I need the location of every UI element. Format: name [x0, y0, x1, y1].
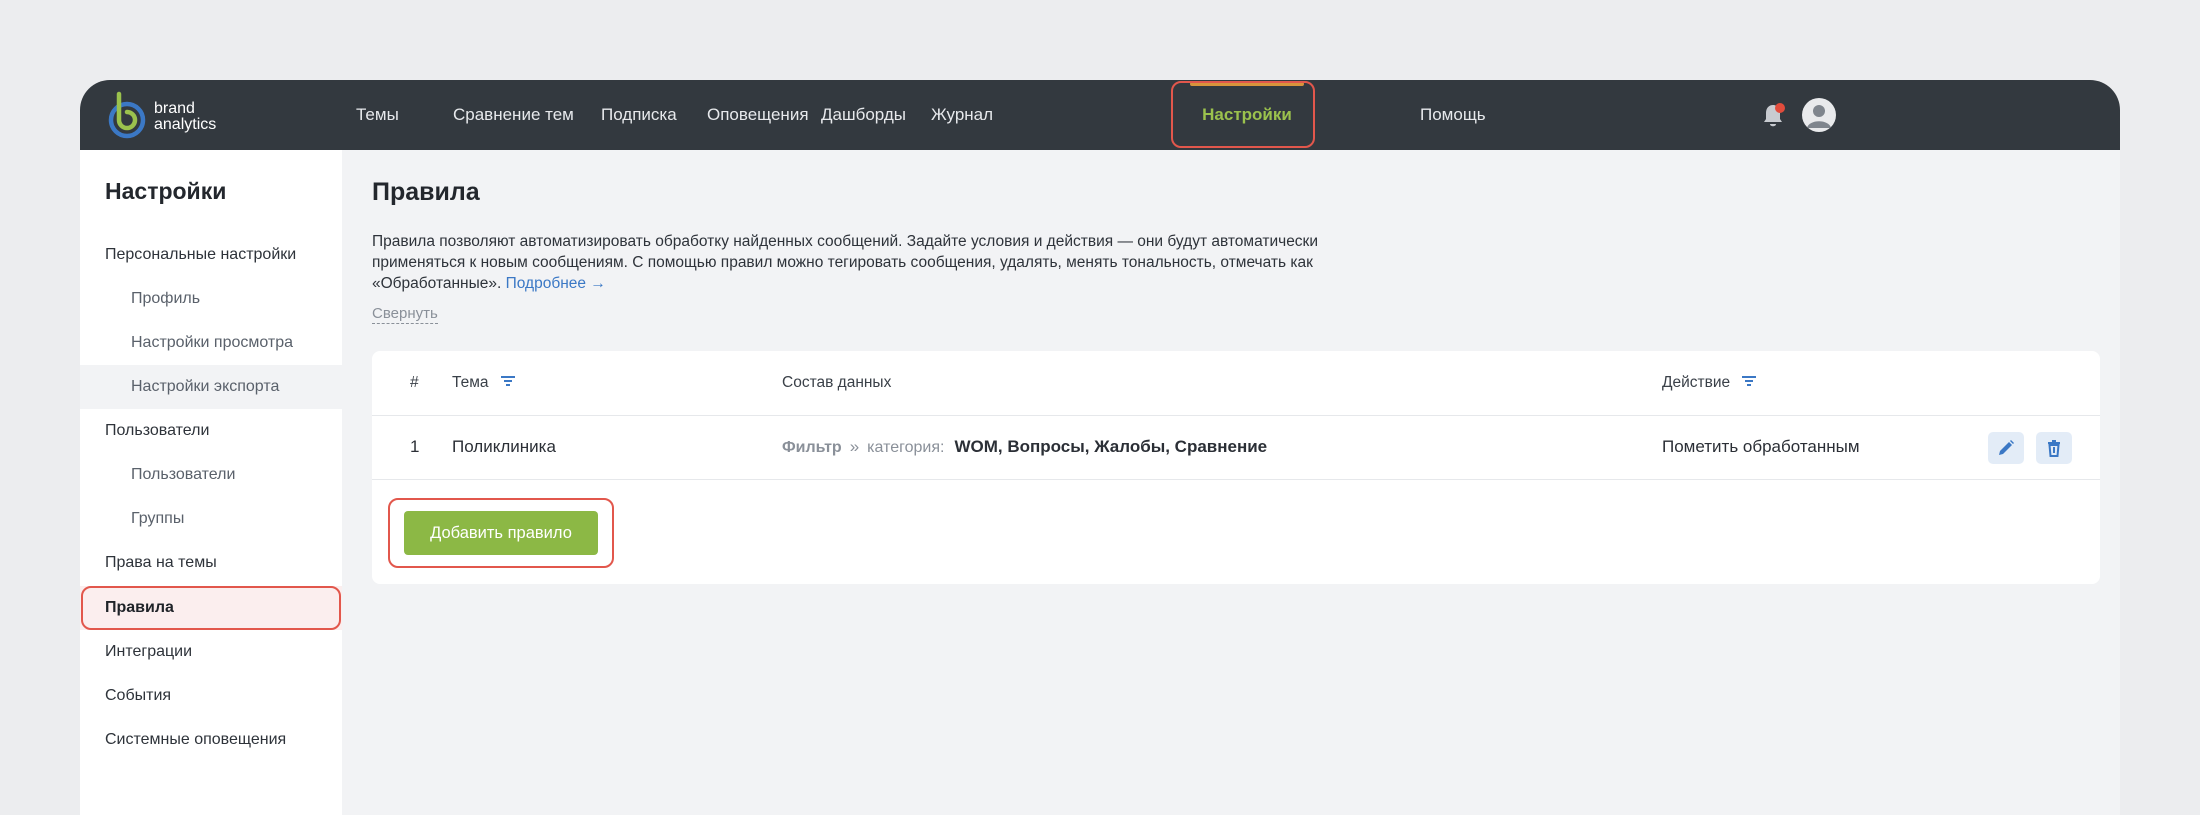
nav-item-help[interactable]: Помощь	[1420, 80, 1486, 150]
filter-separator: »	[849, 437, 860, 456]
sidebar-item-system-alerts[interactable]: Системные оповещения	[80, 718, 342, 762]
column-header-action[interactable]: Действие	[1662, 351, 1757, 415]
bell-icon[interactable]	[1760, 100, 1788, 130]
nav-item-journal[interactable]: Журнал	[931, 80, 993, 150]
sidebar-item-integrations[interactable]: Интеграции	[80, 630, 342, 674]
trash-icon	[2048, 440, 2060, 457]
sidebar-item-profile[interactable]: Профиль	[80, 277, 342, 321]
add-rule-button[interactable]: Добавить правило	[404, 511, 598, 555]
delete-rule-button[interactable]	[2036, 432, 2072, 464]
brand-logo-mark	[108, 91, 146, 139]
filter-values: WOM, Вопросы, Жалобы, Сравнение	[954, 437, 1268, 456]
sidebar-item-groups[interactable]: Группы	[80, 497, 342, 541]
filter-icon[interactable]	[1742, 375, 1757, 387]
sidebar-item-users[interactable]: Пользователи	[80, 453, 342, 497]
sidebar-item-view-settings[interactable]: Настройки просмотра	[80, 321, 342, 365]
edit-rule-button[interactable]	[1988, 432, 2024, 464]
rules-description: Правила позволяют автоматизировать обраб…	[372, 231, 1372, 294]
top-nav-bar: brand analytics Темы Сравнение тем Подпи…	[80, 80, 2120, 150]
sidebar-item-rules[interactable]: Правила	[80, 586, 342, 630]
filter-icon[interactable]	[500, 375, 515, 387]
column-header-action-label: Действие	[1662, 374, 1731, 391]
column-header-theme[interactable]: Тема	[452, 351, 515, 415]
settings-sidebar: Настройки Персональные настройки Профиль…	[80, 150, 342, 815]
main-content: Правила Правила позволяют автоматизирова…	[342, 150, 2120, 815]
brand-line-2: analytics	[154, 116, 217, 133]
nav-item-themes[interactable]: Темы	[356, 80, 399, 150]
brand-logo-text: brand analytics	[154, 101, 216, 133]
row-action: Пометить обработанным	[1662, 437, 1860, 456]
sidebar-item-users-section[interactable]: Пользователи	[80, 409, 342, 453]
sidebar-item-export-settings[interactable]: Настройки экспорта	[80, 365, 342, 409]
more-link[interactable]: Подробнее →	[506, 275, 606, 292]
row-divider	[372, 479, 2100, 480]
brand-logo[interactable]: brand analytics	[106, 90, 246, 140]
nav-item-dashboards[interactable]: Дашборды	[821, 80, 906, 150]
column-header-number: #	[410, 374, 419, 391]
row-theme: Поликлиника	[452, 437, 556, 456]
column-header-data: Состав данных	[782, 374, 892, 391]
nav-item-compare-themes[interactable]: Сравнение тем	[453, 80, 574, 150]
filter-key: категория:	[867, 439, 945, 456]
nav-item-alerts[interactable]: Оповещения	[707, 80, 809, 150]
page-title: Правила	[372, 178, 480, 206]
column-header-theme-label: Тема	[452, 374, 489, 391]
collapse-link[interactable]: Свернуть	[372, 305, 438, 324]
row-data-filter: Фильтр » категория: WOM, Вопросы, Жалобы, С…	[782, 415, 1267, 479]
pencil-icon	[1999, 440, 2014, 455]
rules-table: # Тема Состав данных Действие 1 Поликлин…	[372, 351, 2100, 584]
sidebar-item-personal-settings[interactable]: Персональные настройки	[80, 233, 342, 277]
sidebar-item-events[interactable]: События	[80, 674, 342, 718]
sidebar-title: Настройки	[105, 178, 227, 204]
nav-item-settings[interactable]: Настройки	[1174, 80, 1320, 150]
row-number: 1	[410, 437, 420, 456]
app-window: brand analytics Темы Сравнение тем Подпи…	[80, 80, 2120, 815]
nav-item-subscription[interactable]: Подписка	[601, 80, 677, 150]
avatar-icon[interactable]	[1802, 98, 1836, 132]
brand-line-1: brand	[154, 100, 195, 117]
user-silhouette-icon	[1807, 105, 1831, 128]
filter-label: Фильтр	[782, 439, 842, 456]
sidebar-item-theme-rights[interactable]: Права на темы	[80, 541, 342, 585]
